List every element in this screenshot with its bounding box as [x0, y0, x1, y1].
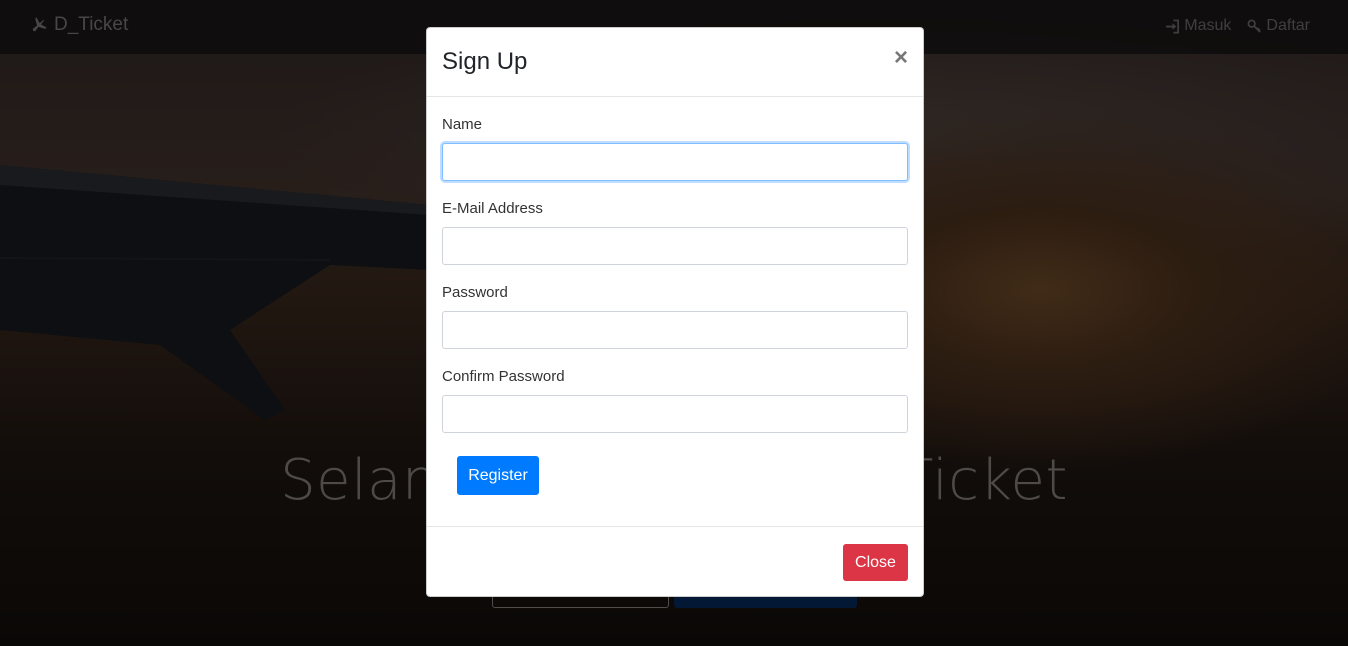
close-icon[interactable]: ×	[894, 46, 908, 70]
register-button[interactable]: Register	[457, 456, 539, 495]
confirm-password-group: Confirm Password	[442, 368, 908, 433]
modal-footer: Close	[427, 526, 923, 597]
confirm-password-label: Confirm Password	[442, 368, 565, 385]
password-label: Password	[442, 284, 508, 301]
password-field[interactable]	[442, 311, 908, 349]
name-field[interactable]	[442, 143, 908, 181]
confirm-password-field[interactable]	[442, 395, 908, 433]
email-label: E-Mail Address	[442, 200, 543, 217]
name-group: Name	[442, 116, 908, 181]
name-label: Name	[442, 116, 483, 133]
email-field[interactable]	[442, 227, 908, 265]
signup-modal: Sign Up × Name E-Mail Address Password C…	[426, 27, 924, 597]
modal-body: Name E-Mail Address Password Confirm Pas…	[442, 97, 908, 433]
modal-title: Sign Up	[442, 48, 528, 75]
modal-header: Sign Up ×	[427, 28, 923, 97]
close-button[interactable]: Close	[843, 544, 908, 581]
password-group: Password	[442, 284, 908, 349]
email-group: E-Mail Address	[442, 200, 908, 265]
